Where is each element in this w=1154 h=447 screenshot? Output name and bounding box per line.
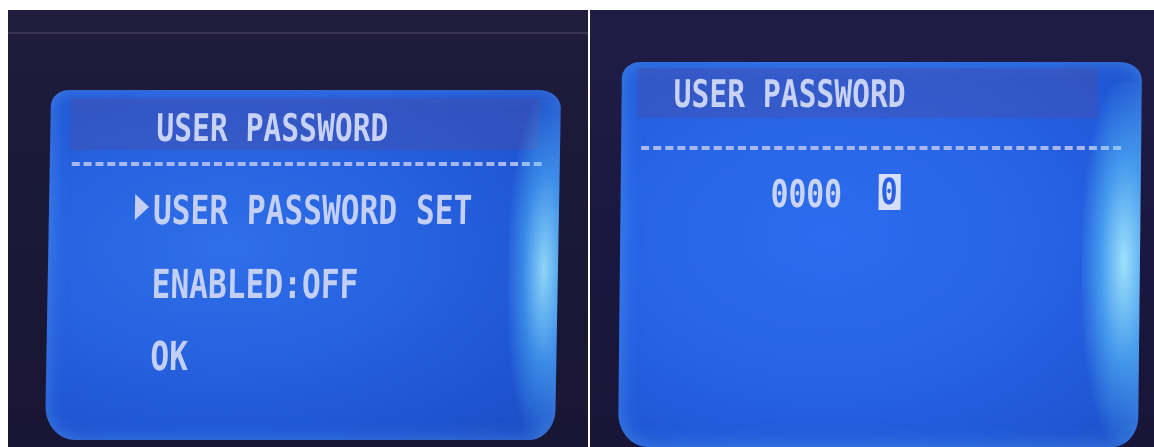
screen-title: USER PASSWORD: [156, 106, 389, 150]
dashed-separator: [641, 146, 1122, 150]
password-cursor[interactable]: 0: [878, 172, 901, 213]
menu-item-enabled[interactable]: ENABLED:OFF: [151, 262, 358, 308]
screen-title: USER PASSWORD: [673, 72, 906, 116]
device-photo-left: USER PASSWORD USER PASSWORD SET ENABLED:…: [8, 10, 588, 447]
lcd-screen-password-entry: USER PASSWORD 0000 0: [617, 62, 1143, 447]
lcd-screen-menu: USER PASSWORD USER PASSWORD SET ENABLED:…: [44, 90, 562, 440]
device-photo-right: USER PASSWORD 0000 0: [590, 10, 1154, 447]
password-digits[interactable]: 0000: [770, 172, 842, 216]
cursor-digit: 0: [880, 172, 898, 213]
dashed-separator: [71, 162, 542, 166]
menu-item-ok[interactable]: OK: [150, 334, 188, 380]
bezel-edge: [8, 32, 588, 34]
menu-item-user-password-set[interactable]: USER PASSWORD SET: [153, 188, 473, 234]
selection-arrow-icon: [134, 194, 150, 220]
photo-collage: USER PASSWORD USER PASSWORD SET ENABLED:…: [0, 0, 1154, 447]
